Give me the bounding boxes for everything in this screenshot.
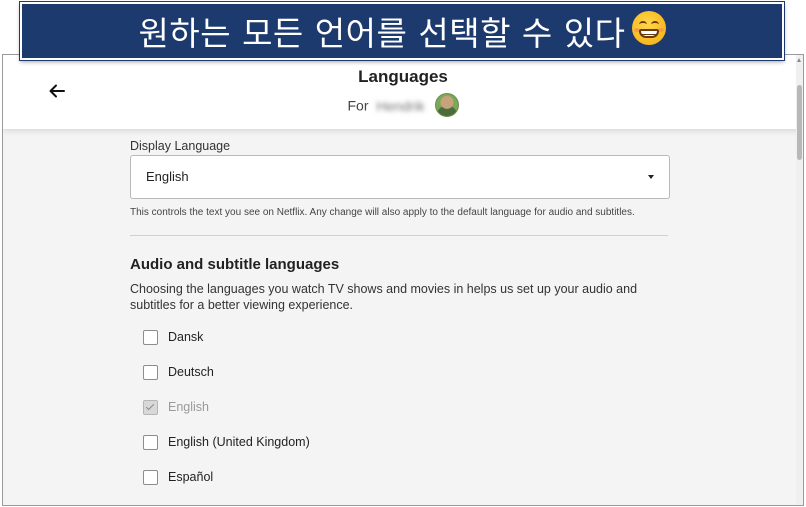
language-label: English	[168, 400, 209, 414]
language-option-dansk[interactable]: Dansk	[143, 330, 670, 365]
language-option-english: English	[143, 400, 670, 435]
avatar	[434, 93, 459, 117]
caption-banner: 원하는 모든 언어를 선택할 수 있다	[20, 2, 784, 60]
language-option-english-uk[interactable]: English (United Kingdom)	[143, 435, 670, 470]
checkbox[interactable]	[143, 435, 158, 450]
section-divider	[130, 235, 668, 236]
page-title: Languages	[358, 67, 448, 86]
checkbox[interactable]	[143, 470, 158, 485]
language-label: Deutsch	[168, 365, 214, 379]
language-label: Dansk	[168, 330, 204, 344]
language-list: Dansk Deutsch English English (United Ki…	[143, 330, 670, 505]
banner-caption: 원하는 모든 언어를 선택할 수 있다	[138, 14, 626, 53]
caret-down-icon	[648, 175, 654, 179]
language-label: English (United Kingdom)	[168, 435, 310, 449]
profile-name: Hendrik	[376, 97, 425, 114]
settings-form: Display Language English This controls t…	[130, 139, 670, 505]
profile-line: For Hendrik	[3, 93, 803, 119]
vertical-scrollbar[interactable]	[796, 55, 803, 505]
scroll-thumb[interactable]	[797, 85, 802, 160]
audio-subtitle-description: Choosing the languages you watch TV show…	[130, 282, 638, 312]
page-header: Languages For Hendrik	[3, 55, 803, 129]
display-language-select[interactable]: English	[130, 155, 670, 199]
checkbox-checked-disabled	[143, 400, 158, 415]
display-language-label: Display Language	[130, 139, 231, 153]
audio-subtitle-title: Audio and subtitle languages	[130, 256, 340, 273]
display-language-helper: This controls the text you see on Netfli…	[130, 207, 635, 218]
scroll-up-arrow-icon[interactable]	[797, 58, 801, 62]
language-label: Español	[168, 470, 214, 484]
browser-page: Languages For Hendrik Display Language E…	[2, 54, 804, 506]
checkbox[interactable]	[143, 365, 158, 380]
language-option-deutsch[interactable]: Deutsch	[143, 365, 670, 400]
for-label: For	[347, 97, 369, 114]
checkbox[interactable]	[143, 330, 158, 345]
display-language-value: English	[146, 169, 189, 184]
grinning-face-emoji-icon	[631, 11, 666, 45]
language-option-espanol[interactable]: Español	[143, 470, 670, 505]
